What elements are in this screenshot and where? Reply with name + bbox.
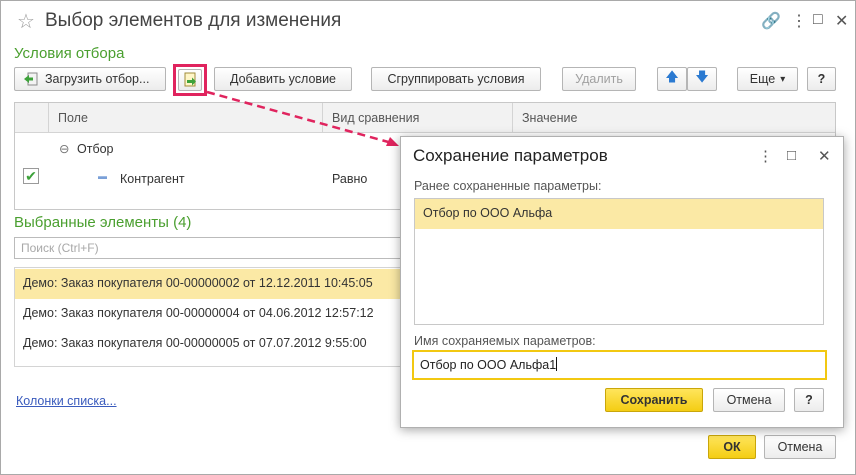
save-parameters-dialog: Сохранение параметров ⋮ □ ✕ Ранее сохран… bbox=[400, 136, 844, 428]
dialog-maximize-icon[interactable]: □ bbox=[787, 147, 796, 164]
text-caret bbox=[556, 357, 558, 371]
dialog-menu-icon[interactable]: ⋮ bbox=[758, 147, 773, 165]
saved-params-label: Ранее сохраненные параметры: bbox=[414, 179, 602, 193]
param-name-value: Отбор по ООО Альфа1 bbox=[420, 358, 557, 372]
param-name-input[interactable]: Отбор по ООО Альфа1 bbox=[412, 350, 827, 380]
list-item[interactable]: Отбор по ООО Альфа bbox=[415, 199, 823, 229]
dialog-close-icon[interactable]: ✕ bbox=[818, 147, 831, 165]
dialog-cancel-button[interactable]: Отмена bbox=[713, 388, 785, 412]
dialog-help-button[interactable]: ? bbox=[794, 388, 824, 412]
save-button[interactable]: Сохранить bbox=[605, 388, 703, 412]
dialog-title: Сохранение параметров bbox=[413, 146, 608, 165]
saved-params-list: Отбор по ООО Альфа bbox=[414, 198, 824, 325]
param-name-label: Имя сохраняемых параметров: bbox=[414, 334, 596, 348]
